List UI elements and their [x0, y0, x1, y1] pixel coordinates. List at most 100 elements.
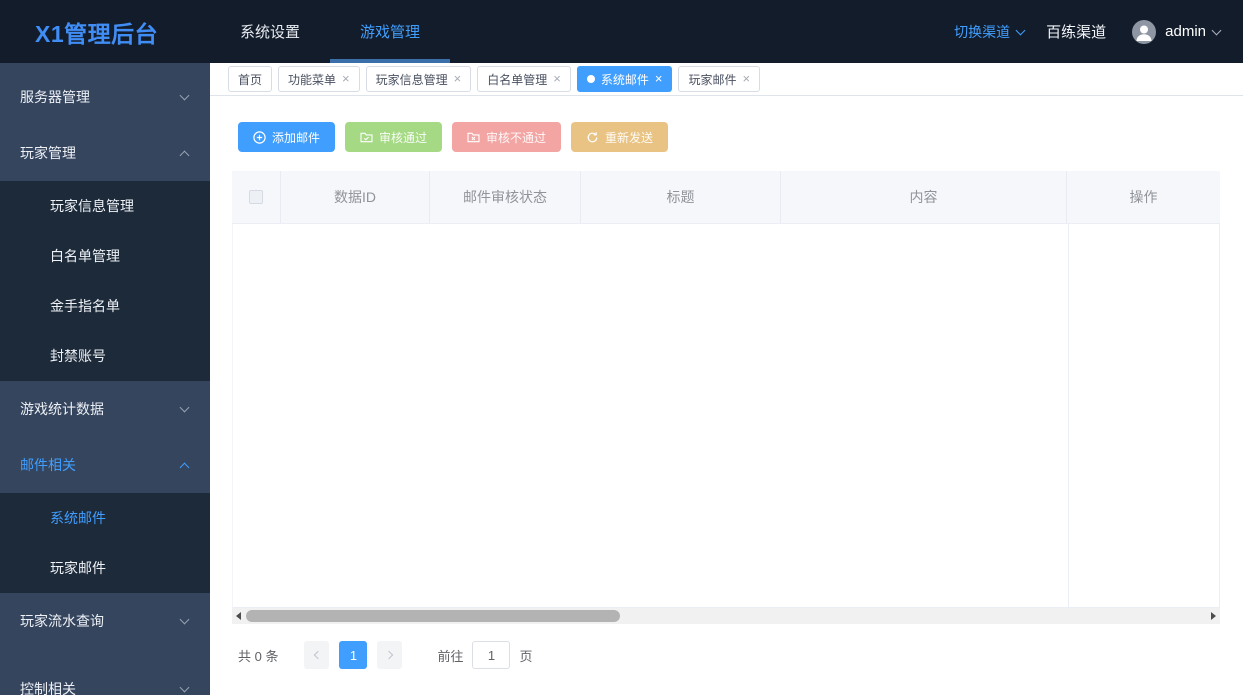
- username-label: admin: [1165, 23, 1206, 40]
- sidebar-submenu-mail: 系统邮件 玩家邮件: [0, 493, 210, 593]
- button-label: 重新发送: [605, 130, 654, 145]
- sidebar-item-label: 邮件相关: [20, 457, 76, 473]
- sidebar-item-whitelist[interactable]: 白名单管理: [0, 231, 210, 281]
- sidebar-item-banned-accounts[interactable]: 封禁账号: [0, 331, 210, 381]
- total-count-label: 共 0 条: [238, 648, 279, 664]
- topbar-right: 切换渠道 百练渠道 admin: [954, 19, 1243, 44]
- chevron-down-icon: [179, 614, 190, 625]
- nav-label: 系统设置: [239, 24, 300, 41]
- tab-label: 系统邮件: [600, 72, 649, 87]
- table-body-empty: [232, 224, 1220, 608]
- button-label: 审核不通过: [486, 130, 547, 145]
- sidebar: 服务器管理 玩家管理 玩家信息管理 白名单管理 金手指名单 封禁账号 游戏统计数…: [0, 63, 210, 695]
- close-icon[interactable]: ×: [553, 72, 561, 85]
- sidebar-item-player-flow-query[interactable]: 玩家流水查询: [0, 593, 210, 649]
- tab-label: 玩家邮件: [688, 72, 737, 87]
- goto-label: 前往: [437, 648, 464, 664]
- resend-button[interactable]: 重新发送: [571, 122, 669, 152]
- active-tab-dot: [586, 75, 595, 83]
- select-all-checkbox[interactable]: [249, 190, 263, 204]
- toolbar: 添加邮件 审核通过 审核不通过 重新发送: [238, 122, 1243, 152]
- tab-player-mail[interactable]: 玩家邮件 ×: [678, 66, 761, 92]
- nav-label: 游戏管理: [359, 24, 420, 41]
- scroll-right-arrow[interactable]: [1207, 608, 1220, 624]
- chevron-down-icon: [1211, 25, 1222, 35]
- select-all-cell: [232, 171, 281, 223]
- page-number-button[interactable]: 1: [339, 641, 368, 669]
- mail-table: 数据ID 邮件审核状态 标题 内容 操作: [232, 171, 1220, 608]
- sidebar-item-server-management[interactable]: 服务器管理: [0, 69, 210, 125]
- column-header-data-id: 数据ID: [281, 171, 430, 223]
- scroll-left-arrow[interactable]: [232, 608, 245, 624]
- tab-label: 首页: [238, 72, 263, 87]
- horizontal-scrollbar[interactable]: [232, 608, 1220, 624]
- nav-item-game-management[interactable]: 游戏管理: [330, 0, 450, 63]
- sidebar-item-label: 控制相关: [20, 681, 76, 695]
- pagination: 共 0 条 1 前往 页: [238, 640, 533, 670]
- sidebar-item-player-info[interactable]: 玩家信息管理: [0, 181, 210, 231]
- user-menu[interactable]: admin: [1132, 19, 1222, 44]
- switch-channel-label: 切换渠道: [954, 23, 1011, 40]
- sidebar-subitem-label: 玩家信息管理: [50, 198, 134, 214]
- sidebar-item-game-statistics[interactable]: 游戏统计数据: [0, 381, 210, 437]
- sidebar-item-cheat-list[interactable]: 金手指名单: [0, 281, 210, 331]
- current-channel-label: 百练渠道: [1046, 24, 1107, 41]
- active-nav-underline: [330, 59, 450, 63]
- chevron-left-icon: [313, 650, 323, 660]
- prev-page-button[interactable]: [304, 641, 330, 669]
- sidebar-item-player-management[interactable]: 玩家管理: [0, 125, 210, 181]
- button-label: 添加邮件: [272, 130, 321, 145]
- sidebar-subitem-label: 玩家邮件: [50, 560, 106, 576]
- nav-item-system-settings[interactable]: 系统设置: [210, 0, 330, 63]
- tab-home[interactable]: 首页: [228, 66, 273, 92]
- goto-page-input[interactable]: [472, 641, 511, 669]
- user-icon: [1136, 25, 1152, 41]
- sidebar-subitem-label: 金手指名单: [50, 298, 120, 314]
- close-icon[interactable]: ×: [454, 72, 462, 85]
- column-header-action: 操作: [1129, 189, 1158, 205]
- goto-page-group: 前往 页: [437, 641, 533, 669]
- sidebar-item-label: 玩家流水查询: [20, 613, 104, 629]
- chevron-right-icon: [384, 650, 394, 660]
- chevron-down-icon: [1015, 25, 1026, 35]
- scrollbar-thumb[interactable]: [246, 610, 620, 622]
- reject-button[interactable]: 审核不通过: [452, 122, 562, 152]
- approve-button[interactable]: 审核通过: [345, 122, 443, 152]
- fixed-column-divider: [1068, 224, 1069, 607]
- tab-whitelist[interactable]: 白名单管理 ×: [477, 66, 571, 92]
- sidebar-item-mail-related[interactable]: 邮件相关: [0, 437, 210, 493]
- sidebar-item-label: 游戏统计数据: [20, 401, 104, 417]
- chevron-up-icon: [179, 462, 190, 472]
- tab-label: 白名单管理: [487, 72, 548, 87]
- triangle-right-icon: [1211, 612, 1216, 620]
- close-icon[interactable]: ×: [342, 72, 350, 85]
- next-page-button[interactable]: [377, 641, 403, 669]
- page-unit-label: 页: [519, 648, 533, 664]
- tab-function-menu[interactable]: 功能菜单 ×: [278, 66, 360, 92]
- topbar: X1管理后台 系统设置 游戏管理 切换渠道 百练渠道 admin: [0, 0, 1243, 63]
- sidebar-item-label: 服务器管理: [20, 89, 90, 105]
- table-header: 数据ID 邮件审核状态 标题 内容 操作: [232, 171, 1220, 224]
- app-logo: X1管理后台: [35, 20, 159, 47]
- chevron-down-icon: [179, 402, 190, 413]
- sidebar-subitem-label: 系统邮件: [50, 510, 106, 526]
- sidebar-item-control-related[interactable]: 控制相关: [0, 661, 210, 695]
- chevron-down-icon: [179, 90, 190, 101]
- button-label: 审核通过: [379, 130, 428, 145]
- column-header-review-status: 邮件审核状态: [430, 171, 581, 223]
- switch-channel-dropdown[interactable]: 切换渠道: [954, 22, 1026, 42]
- tab-label: 功能菜单: [288, 72, 337, 87]
- close-icon[interactable]: ×: [742, 72, 750, 85]
- close-icon[interactable]: ×: [655, 72, 663, 85]
- main-content: 首页 功能菜单 × 玩家信息管理 × 白名单管理 × 系统邮件 × 玩家邮件 ×: [210, 63, 1243, 695]
- sidebar-item-system-mail[interactable]: 系统邮件: [0, 493, 210, 543]
- tab-player-info[interactable]: 玩家信息管理 ×: [365, 66, 472, 92]
- sidebar-item-player-mail[interactable]: 玩家邮件: [0, 543, 210, 593]
- sidebar-subitem-label: 封禁账号: [50, 348, 106, 364]
- tab-system-mail[interactable]: 系统邮件 ×: [576, 66, 673, 92]
- add-mail-button[interactable]: 添加邮件: [238, 122, 336, 152]
- refresh-icon: [587, 131, 598, 142]
- avatar: [1132, 19, 1157, 44]
- folder-checked-icon: [360, 132, 373, 142]
- sidebar-submenu-player: 玩家信息管理 白名单管理 金手指名单 封禁账号: [0, 181, 210, 381]
